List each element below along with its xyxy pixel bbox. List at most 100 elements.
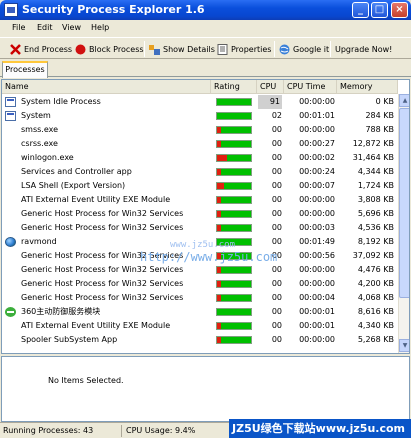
toolbar: End Process Block Process Show Details P… [0,37,411,59]
rating-bar [216,98,252,106]
process-cpu: 00 [271,181,282,190]
process-row[interactable]: ATI External Event Utility EXE Module 00 0… [2,193,398,207]
process-memory: 4,068 KB [357,293,394,302]
process-cpu: 00 [271,139,282,148]
rating-risk-fill [217,281,222,287]
process-memory: 4,200 KB [357,279,394,288]
process-list[interactable]: Name Rating CPU CPU Time Memory System I… [1,79,410,354]
process-memory: 31,464 KB [352,153,394,162]
process-row[interactable]: Services and Controller app 00 00:00:24 4,3… [2,165,398,179]
show-details-label: Show Details [163,44,215,54]
process-row[interactable]: System 02 00:01:01 284 KB [2,109,398,123]
process-name: Services and Controller app [21,167,132,176]
process-row[interactable]: winlogon.exe 00 00:00:02 31,464 KB [2,151,398,165]
process-memory: 1,724 KB [357,181,394,190]
process-cpu: 02 [271,111,282,120]
rating-bar [216,224,252,232]
upgrade-button[interactable]: Upgrade Now! [335,41,392,57]
process-cpu: 00 [271,265,282,274]
rating-risk-fill [217,197,222,203]
rating-bar [216,280,252,288]
tab-processes[interactable]: Processes [2,61,48,78]
globe-icon [5,237,16,247]
process-row[interactable]: ATI External Event Utility EXE Module 00 0… [2,319,398,333]
process-name: ATI External Event Utility EXE Module [21,321,171,330]
process-row[interactable]: Generic Host Process for Win32 Services 0… [2,207,398,221]
process-row[interactable]: Generic Host Process for Win32 Services 0… [2,277,398,291]
rating-bar [216,336,252,344]
column-header-cpu-time[interactable]: CPU Time [284,80,337,94]
close-button[interactable]: × [391,2,408,18]
process-name: Generic Host Process for Win32 Services [21,293,184,302]
process-row[interactable]: System Idle Process 91 00:00:00 0 KB [2,95,398,109]
show-details-button[interactable]: Show Details [149,41,215,57]
menu-view[interactable]: View [62,23,81,32]
process-cpu-time: 00:00:04 [299,293,335,302]
process-row[interactable]: Generic Host Process for Win32 Services 0… [2,263,398,277]
brand-banner: JZ5U绿色下载站www.jz5u.com [229,419,411,438]
process-memory: 788 KB [365,125,394,134]
process-name: Generic Host Process for Win32 Services [21,265,184,274]
process-cpu: 00 [271,223,282,232]
process-name: winlogon.exe [21,153,74,162]
scroll-thumb[interactable] [399,108,409,298]
scroll-up-button[interactable]: ▲ [399,94,409,107]
process-cpu-time: 00:00:00 [299,195,335,204]
details-panel: No Items Selected. [1,356,410,422]
process-memory: 4,344 KB [357,167,394,176]
process-row[interactable]: 360主动防御服务模块 00 00:00:01 8,616 KB [2,305,398,319]
google-it-button[interactable]: Google it [279,41,329,57]
rating-risk-fill [217,225,222,231]
menu-bar: File Edit View Help [0,20,411,37]
rating-risk-fill [217,267,222,273]
rating-bar [216,322,252,330]
process-cpu: 91 [258,95,282,109]
process-row[interactable]: Spooler SubSystem App 00 00:00:00 5,268 KB [2,333,398,347]
minimize-button[interactable]: _ [352,2,369,18]
process-row[interactable]: smss.exe 00 00:00:00 788 KB [2,123,398,137]
process-row[interactable]: Generic Host Process for Win32 Services 0… [2,291,398,305]
process-cpu-time: 00:01:01 [299,111,335,120]
status-separator [121,425,122,437]
properties-label: Properties [231,44,272,54]
process-cpu-time: 00:00:24 [299,167,335,176]
process-memory: 8,616 KB [357,307,394,316]
running-processes-count: Running Processes: 43 [3,426,94,435]
process-row[interactable]: csrss.exe 00 00:00:27 12,872 KB [2,137,398,151]
vertical-scrollbar[interactable]: ▲ ▼ [398,94,409,353]
process-cpu-time: 00:00:03 [299,223,335,232]
process-row[interactable]: LSA Shell (Export Version) 00 00:00:07 1,72… [2,179,398,193]
process-name: LSA Shell (Export Version) [21,181,126,190]
rating-bar [216,168,252,176]
column-header-rating[interactable]: Rating [211,80,257,94]
rating-risk-fill [217,323,222,329]
process-row[interactable]: Generic Host Process for Win32 Services 0… [2,221,398,235]
process-cpu: 00 [271,167,282,176]
column-header-memory[interactable]: Memory [337,80,398,94]
block-process-button[interactable]: Block Process [75,41,144,57]
menu-help[interactable]: Help [91,23,109,32]
process-memory: 4,476 KB [357,265,394,274]
column-header-name[interactable]: Name [2,80,211,94]
process-name: Spooler SubSystem App [21,335,118,344]
rating-bar [216,126,252,134]
rating-bar [216,210,252,218]
process-cpu-time: 00:00:27 [299,139,335,148]
rating-bar [216,266,252,274]
rating-risk-fill [217,127,222,133]
menu-file[interactable]: File [12,23,25,32]
end-process-button[interactable]: End Process [10,41,72,57]
properties-button[interactable]: Properties [217,41,271,57]
column-header-cpu[interactable]: CPU [257,80,284,94]
process-memory: 8,192 KB [357,237,394,246]
rating-risk-fill [217,141,222,147]
maximize-button[interactable]: □ [371,2,388,18]
scroll-down-button[interactable]: ▼ [399,339,409,352]
process-cpu: 00 [271,209,282,218]
rating-risk-fill [217,169,222,175]
menu-edit[interactable]: Edit [37,23,53,32]
process-cpu-time: 00:00:07 [299,181,335,190]
watermark-text: www.jz5u.com [170,240,236,250]
process-cpu: 00 [271,279,282,288]
process-cpu-time: 00:00:00 [299,279,335,288]
